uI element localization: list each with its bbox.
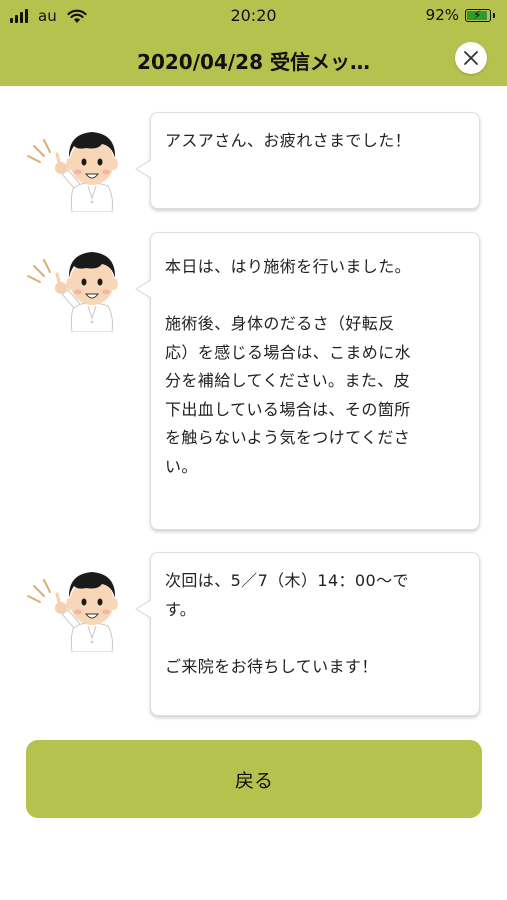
message-text: 次回は、5／7（木）14：00〜で す。 xyxy=(165,571,409,619)
back-button[interactable]: 戻る xyxy=(26,740,482,818)
battery-percent: 92% xyxy=(425,6,459,24)
message-bubble: 次回は、5／7（木）14：00〜で す。 ご来院をお待ちしています！ xyxy=(135,552,480,716)
message-text: アスアさん、お疲れさまでした！ xyxy=(165,131,412,150)
page-title: 2020/04/28 受信メッ… xyxy=(137,50,370,74)
message-bubble: 本日は、はり施術を行いました。 施術後、身体のだるさ（好転反 応）を感じる場合は… xyxy=(135,232,480,530)
battery-icon: ⚡ xyxy=(465,7,491,22)
close-button[interactable] xyxy=(455,42,487,74)
staff-avatar xyxy=(26,556,126,653)
message-bubble: アスアさん、お疲れさまでした！ xyxy=(135,112,480,209)
status-bar: au 20:20 92% ⚡ xyxy=(0,0,507,36)
message-text: 施術後、身体のだるさ（好転反 応）を感じる場合は、こまめに水 分を補給してくださ… xyxy=(165,314,412,476)
header-bar: 2020/04/28 受信メッ… xyxy=(0,36,507,86)
charging-bolt-icon: ⚡ xyxy=(473,7,482,22)
staff-avatar xyxy=(26,116,126,213)
staff-avatar xyxy=(26,236,126,333)
close-icon xyxy=(464,51,478,65)
message-text: ご来院をお待ちしています！ xyxy=(165,656,378,676)
status-right: 92% ⚡ xyxy=(426,6,495,24)
message-text: 本日は、はり施術を行いました。 xyxy=(165,257,412,276)
battery-nub xyxy=(493,12,495,18)
